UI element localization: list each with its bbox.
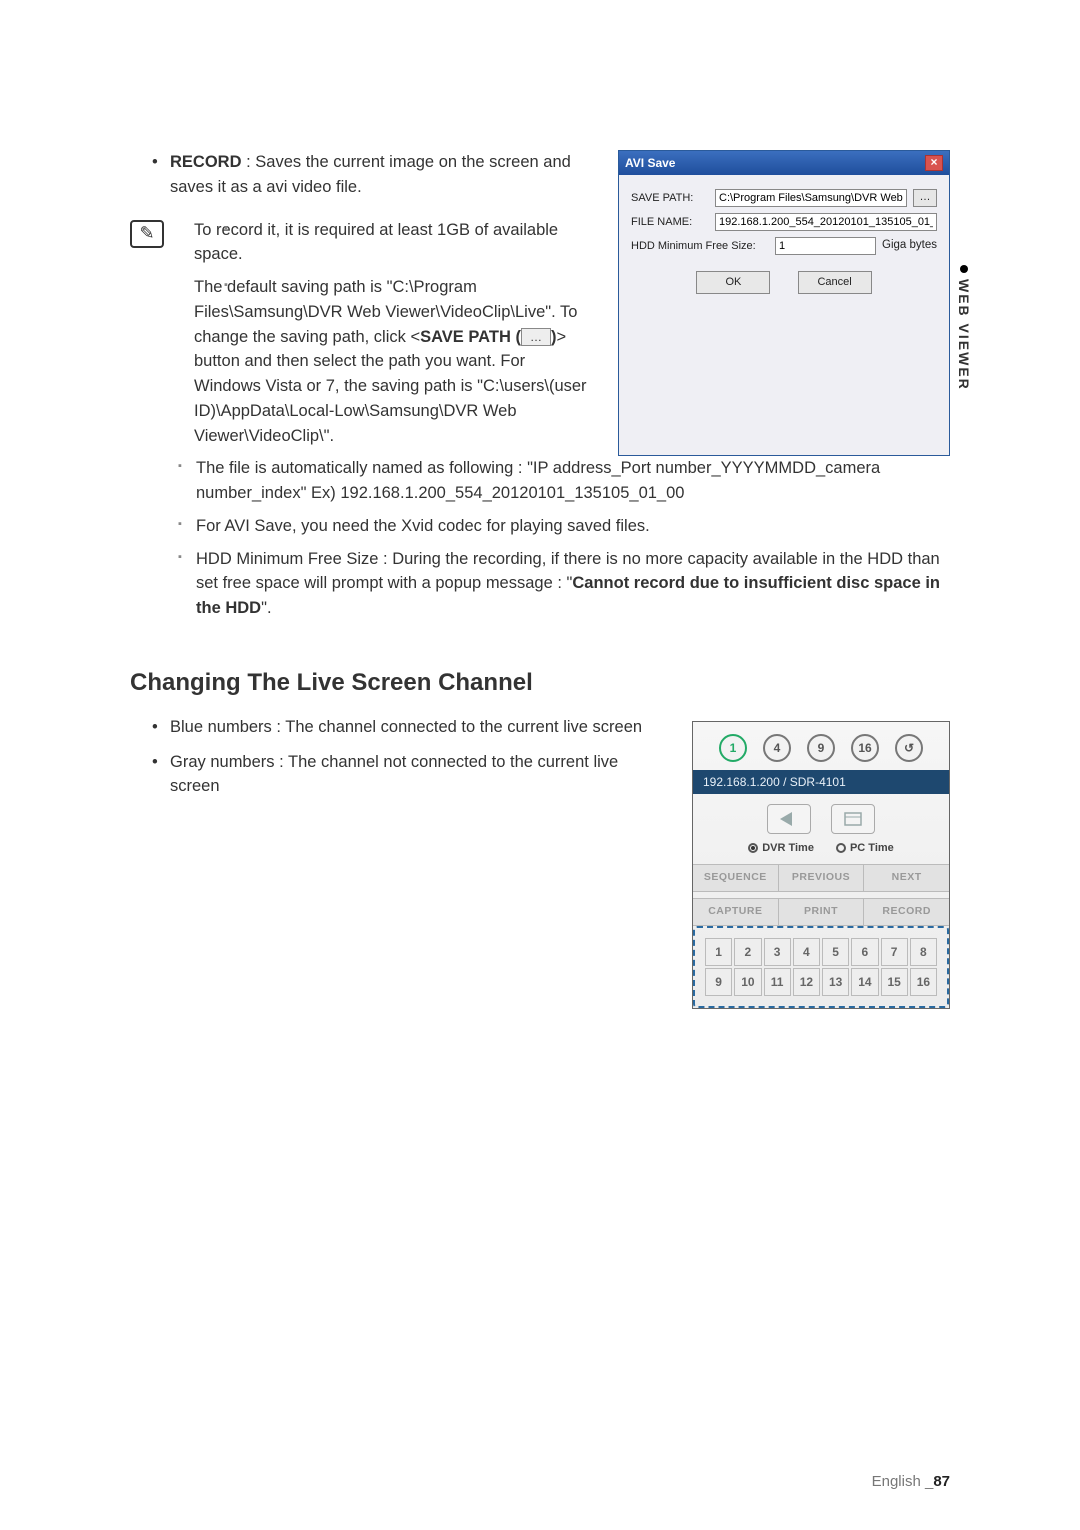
note-4: For AVI Save, you need the Xvid codec fo…	[130, 514, 950, 539]
channel-7[interactable]: 7	[881, 938, 908, 966]
channel-1[interactable]: 1	[705, 938, 732, 966]
page-footer: English _87	[872, 1473, 950, 1490]
channel-14[interactable]: 14	[851, 968, 878, 996]
blue-numbers-bullet: Blue numbers : The channel connected to …	[130, 715, 950, 740]
channel-5[interactable]: 5	[822, 938, 849, 966]
gray-numbers-bullet: Gray numbers : The channel not connected…	[130, 750, 950, 800]
save-path-label: SAVE PATH:	[631, 190, 709, 207]
sequence-button[interactable]: SEQUENCE	[693, 865, 779, 891]
note-icon: ✎	[130, 220, 164, 248]
channel-9[interactable]: 9	[705, 968, 732, 996]
save-path-input[interactable]	[715, 189, 907, 207]
channel-11[interactable]: 11	[764, 968, 791, 996]
previous-button[interactable]: PREVIOUS	[779, 865, 865, 891]
record-term: RECORD	[170, 153, 242, 171]
ok-button[interactable]: OK	[696, 271, 770, 294]
note-5: HDD Minimum Free Size : During the recor…	[130, 547, 950, 621]
channel-16[interactable]: 16	[910, 968, 937, 996]
channel-8[interactable]: 8	[910, 938, 937, 966]
channel-12[interactable]: 12	[793, 968, 820, 996]
record-button[interactable]: RECORD	[864, 899, 949, 925]
close-icon[interactable]: ×	[925, 155, 943, 171]
side-tab: WEB VIEWER	[956, 265, 972, 391]
cancel-button[interactable]: Cancel	[798, 271, 872, 294]
hdd-label: HDD Minimum Free Size:	[631, 238, 769, 255]
capture-button[interactable]: CAPTURE	[693, 899, 779, 925]
print-button[interactable]: PRINT	[779, 899, 865, 925]
channel-3[interactable]: 3	[764, 938, 791, 966]
calendar-icon[interactable]	[831, 804, 875, 834]
channel-13[interactable]: 13	[822, 968, 849, 996]
channel-4[interactable]: 4	[793, 938, 820, 966]
avi-save-dialog: AVI Save × SAVE PATH: … FILE NAME: HDD M…	[618, 150, 950, 456]
next-button[interactable]: NEXT	[864, 865, 949, 891]
channel-2[interactable]: 2	[734, 938, 761, 966]
browse-button[interactable]: …	[913, 189, 937, 207]
section-heading: Changing The Live Screen Channel	[130, 665, 950, 701]
dialog-title: AVI Save	[625, 154, 675, 172]
dvr-time-radio[interactable]: DVR Time	[748, 840, 814, 857]
note-2: The default saving path is "C:\Program F…	[176, 275, 594, 448]
channel-15[interactable]: 15	[881, 968, 908, 996]
file-name-label: FILE NAME:	[631, 214, 709, 231]
note-3: The file is automatically named as follo…	[130, 456, 950, 506]
pc-time-radio[interactable]: PC Time	[836, 840, 894, 857]
channel-grid: 12345678910111213141516	[693, 926, 949, 1008]
play-back-icon[interactable]	[767, 804, 811, 834]
channel-10[interactable]: 10	[734, 968, 761, 996]
channel-6[interactable]: 6	[851, 938, 878, 966]
hdd-unit: Giga bytes	[882, 237, 937, 254]
record-bullet: RECORD : Saves the current image on the …	[130, 150, 594, 200]
file-name-input[interactable]	[715, 213, 937, 231]
hdd-size-input[interactable]	[775, 237, 876, 255]
save-path-icon: …	[521, 328, 551, 346]
note-1: To record it, it is required at least 1G…	[176, 218, 594, 268]
